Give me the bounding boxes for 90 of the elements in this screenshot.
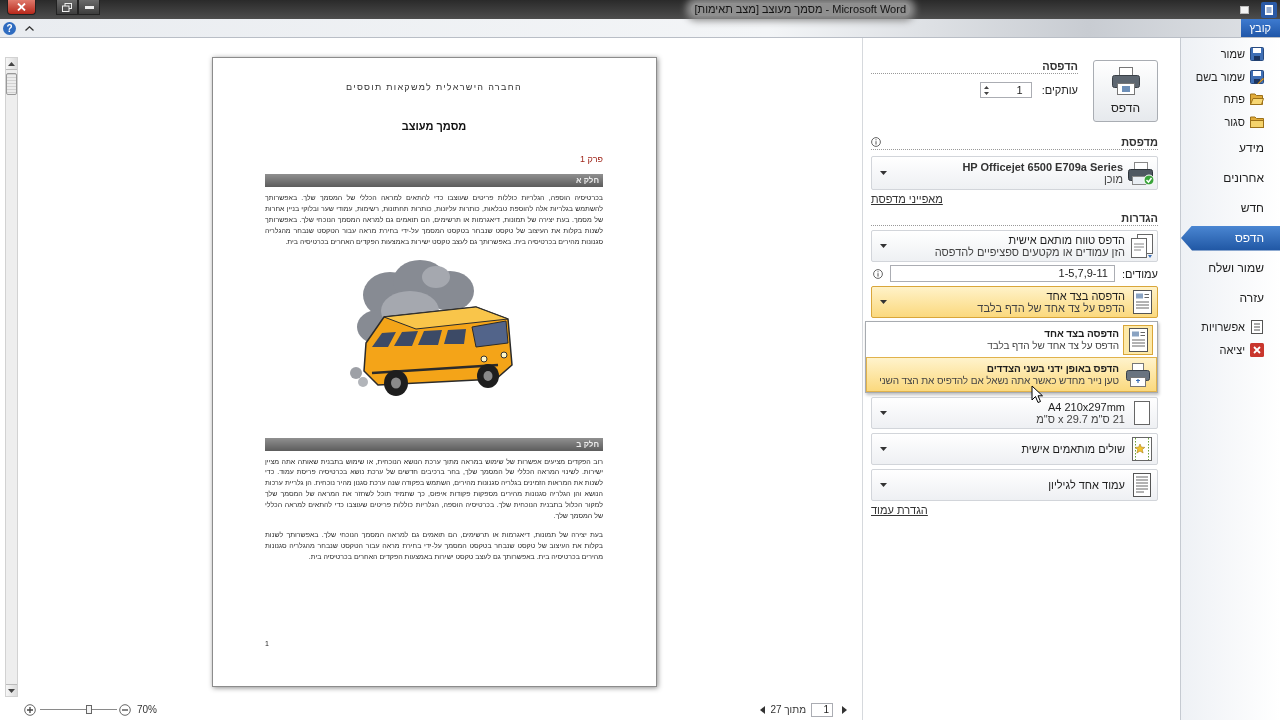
printer-status: מוכן [1103, 173, 1123, 186]
dropdown-title: עמוד אחד לגיליון [1048, 478, 1125, 492]
close-icon [1250, 342, 1264, 357]
document-icon [1250, 320, 1264, 335]
menu-item[interactable]: שמור [1181, 43, 1280, 66]
menu-item[interactable]: אפשרויות [1181, 316, 1280, 339]
menu-item[interactable]: פתח [1181, 88, 1280, 111]
dropdown-caret-icon [880, 171, 887, 175]
printer-check-icon [1127, 160, 1155, 186]
dropdown-caret-icon [880, 244, 887, 248]
menu-item[interactable]: שמור ושלח [1181, 253, 1280, 283]
section-heading-bar: חלק ב [265, 437, 603, 451]
dropdown-description: הדפס על צד אחד של הדף בלבד [977, 302, 1125, 315]
menu-option[interactable]: הדפסה בצד אחד הדפס על צד אחד של הדף בלבד [866, 322, 1157, 357]
page-margins-icon [1129, 436, 1155, 462]
section-heading: הדפסה [1042, 59, 1078, 72]
menu-item[interactable]: יציאה [1181, 338, 1280, 361]
printer-properties-link[interactable]: מאפייני מדפסת [871, 193, 943, 206]
dropdown-caret-icon [880, 300, 887, 304]
option-description: הדפס על צד אחד של הדף בלבד [987, 339, 1119, 352]
section-heading: מדפסת [1121, 135, 1158, 148]
minimize-icon [84, 5, 94, 9]
print-button[interactable]: הדפס [1093, 60, 1158, 122]
menu-item[interactable]: עזרה [1181, 283, 1280, 313]
dropdown-description: 21 ס"מ x 29.7 ס"מ [1036, 413, 1125, 426]
menu-item[interactable]: מידע [1181, 133, 1280, 163]
help-button[interactable]: ? [3, 21, 16, 35]
scroll-up-button[interactable] [6, 58, 17, 70]
caret-up-icon [8, 61, 15, 66]
dropdown-title: הדפס טווח מותאם אישית [1008, 233, 1125, 246]
app-icon[interactable] [1261, 2, 1277, 18]
dropdown-caret-icon [880, 411, 887, 415]
dropdown-description: הזן עמודים או מקטעים ספציפיים להדפסה [934, 246, 1125, 259]
pages-label: עמודים: [1121, 267, 1158, 280]
dropdown-title: הדפסה בצד אחד [1046, 289, 1125, 302]
close-button[interactable] [7, 0, 36, 15]
folder-icon [1250, 92, 1264, 107]
settings-dropdown[interactable]: הדפסה בצד אחד הדפס על צד אחד של הדף בלבד [871, 286, 1158, 318]
zoom-slider-thumb[interactable] [86, 705, 93, 714]
dropdown-title: A4 210x297mm [1047, 400, 1125, 413]
option-title: הדפסה בצד אחד [1044, 327, 1119, 340]
option-description: טען נייר מחדש כאשר אתה נשאל אם להדפיס את הצד השני [879, 374, 1119, 387]
zoom-out-icon[interactable] [119, 703, 131, 716]
settings-dropdown[interactable]: הדפס טווח מותאם אישית הזן עמודים או מקטעים ספציפיים להדפסה [871, 230, 1158, 262]
section-heading-bar: חלק א [265, 174, 603, 187]
menu-item[interactable]: סגור [1181, 110, 1280, 133]
dropdown-title: שולים מותאמים אישית [1021, 442, 1125, 456]
pages-field[interactable]: 1-5,7,9-11 [890, 265, 1115, 282]
document-title: מסמך מעוצב [400, 120, 468, 133]
printer-icon [1110, 67, 1141, 95]
pages-icon [1129, 233, 1155, 259]
window-tile-icon[interactable] [1240, 6, 1249, 14]
right-arrow-icon[interactable] [842, 705, 847, 714]
copies-label: עותקים: [1041, 84, 1078, 96]
settings-dropdown[interactable]: שולים מותאמים אישית [871, 433, 1158, 465]
floppy-disk-pencil-icon [1250, 69, 1264, 84]
close-icon [17, 3, 26, 11]
current-page-field[interactable]: 1 [811, 702, 833, 717]
restore-icon [62, 2, 72, 12]
folder-icon [1250, 114, 1264, 129]
scrollbar-thumb[interactable] [6, 73, 17, 95]
dropdown-caret-icon [880, 447, 887, 451]
page-count-label: מתוך 27 [770, 704, 806, 715]
info-icon [873, 268, 883, 279]
chapter-heading: פרק 1 [578, 154, 603, 165]
menu-item[interactable]: חדש [1181, 193, 1280, 223]
option-title: הדפס באופן ידני בשני הצדדים [986, 362, 1119, 375]
left-arrow-icon[interactable] [760, 705, 766, 714]
document-header-text: החברה הישראלית למשקאות תוססים [345, 82, 523, 93]
scroll-down-button[interactable] [6, 684, 17, 696]
info-icon [871, 136, 881, 147]
file-tab[interactable]: קובץ [1240, 19, 1280, 37]
restore-button[interactable] [56, 0, 78, 15]
settings-dropdown[interactable]: עמוד אחד לגיליון [871, 469, 1158, 501]
minimize-button[interactable] [78, 0, 100, 15]
zoom-in-icon[interactable] [24, 703, 36, 716]
menu-item[interactable]: אחרונים [1181, 163, 1280, 193]
page-setup-link[interactable]: הגדרת עמוד [871, 504, 928, 517]
vertical-scrollbar[interactable] [5, 57, 18, 697]
section-heading: הגדרות [1121, 211, 1158, 224]
copies-field[interactable]: 1 [979, 82, 1032, 98]
printer-name: HP Officejet 6500 E709a Series [962, 160, 1123, 173]
menu-item[interactable]: שמור בשם [1181, 65, 1280, 88]
zoom-level-label[interactable]: 70% [137, 704, 157, 715]
spinner-arrows-icon[interactable] [983, 84, 989, 96]
menu-item[interactable]: הדפס [1181, 225, 1280, 251]
dropdown-caret-icon [880, 483, 887, 487]
window-title: מסמך מעוצב [מצב תאימות] - Microsoft Word [690, 3, 910, 16]
chevron-up-icon[interactable] [25, 25, 34, 31]
caret-down-icon [8, 688, 15, 693]
